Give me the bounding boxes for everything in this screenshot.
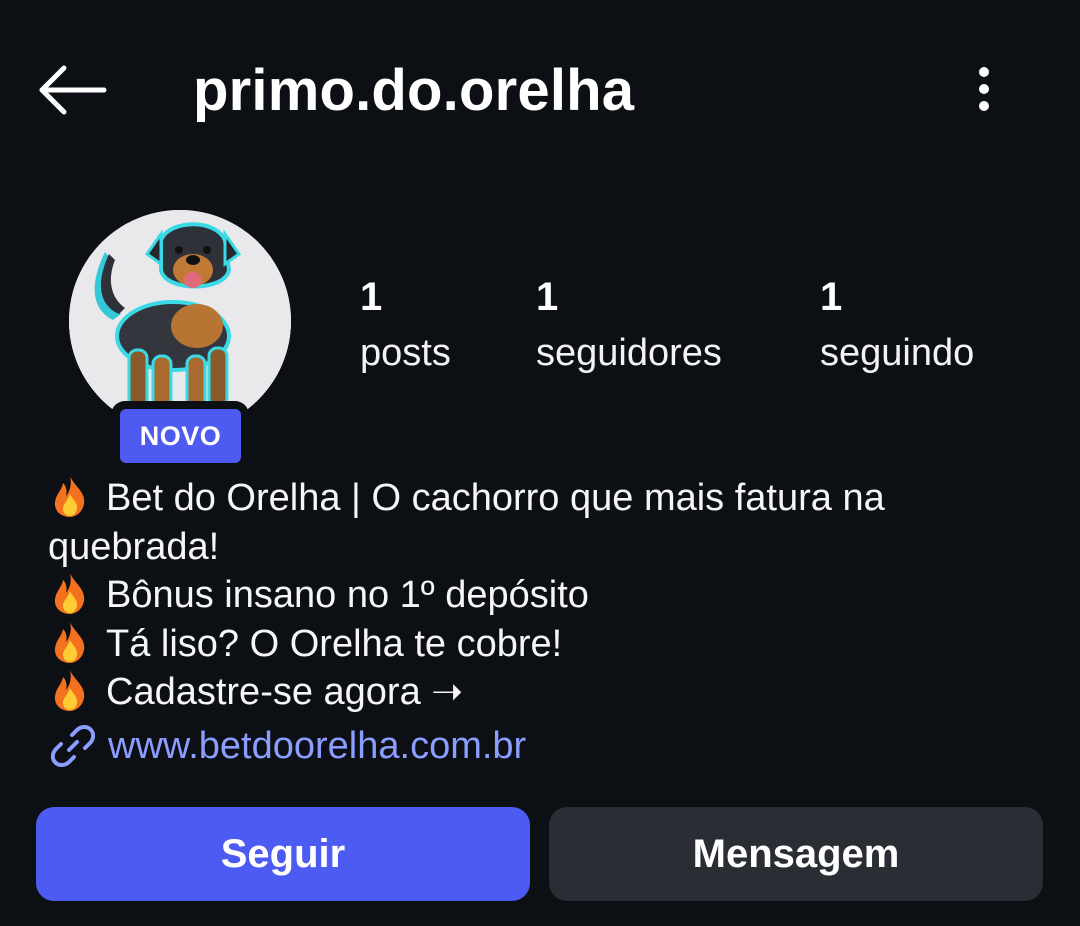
message-button[interactable]: Mensagem [549, 807, 1043, 901]
followers-label: seguidores [536, 332, 722, 374]
following-count: 1 [820, 275, 843, 319]
follow-button[interactable]: Seguir [36, 807, 530, 901]
posts-stat[interactable]: 1 posts [360, 272, 451, 384]
posts-count: 1 [360, 275, 383, 319]
fire-emoji-icon [54, 476, 85, 517]
bio-line: Bônus insano no 1º depósito [48, 571, 1048, 620]
fire-emoji-icon [54, 670, 85, 711]
dog-illustration-icon [69, 210, 291, 432]
link-text[interactable]: www.betdoorelha.com.br [108, 725, 526, 768]
arrow-left-icon[interactable] [36, 64, 108, 116]
bio-line: Tá liso? O Orelha te cobre! [48, 620, 1048, 669]
profile-bio: Bet do Orelha | O cachorro que mais fatu… [48, 474, 1048, 717]
bio-text: Bet do Orelha | O cachorro que mais fatu… [48, 477, 885, 568]
profile-avatar[interactable] [69, 210, 291, 432]
new-badge: NOVO [120, 409, 241, 463]
bio-text: Cadastre-se agora ➝ [106, 671, 464, 713]
followers-stat[interactable]: 1 seguidores [536, 272, 722, 384]
link-icon [50, 725, 96, 767]
fire-emoji-icon [54, 573, 85, 614]
following-stat[interactable]: 1 seguindo [820, 272, 974, 384]
bio-line: Cadastre-se agora ➝ [48, 668, 1048, 717]
bio-line: Bet do Orelha | O cachorro que mais fatu… [48, 474, 1048, 571]
followers-count: 1 [536, 275, 559, 319]
more-vertical-icon[interactable] [968, 60, 1000, 120]
posts-label: posts [360, 332, 451, 374]
profile-link[interactable]: www.betdoorelha.com.br [48, 718, 526, 774]
fire-emoji-icon [54, 621, 85, 663]
profile-screen: primo.do.orelha NOVO 1 posts 1 seguidore… [0, 0, 1080, 926]
following-label: seguindo [820, 332, 975, 374]
bio-text: Bônus insano no 1º depósito [106, 574, 589, 616]
profile-username: primo.do.orelha [193, 58, 635, 123]
bio-text: Tá liso? O Orelha te cobre! [106, 622, 563, 665]
